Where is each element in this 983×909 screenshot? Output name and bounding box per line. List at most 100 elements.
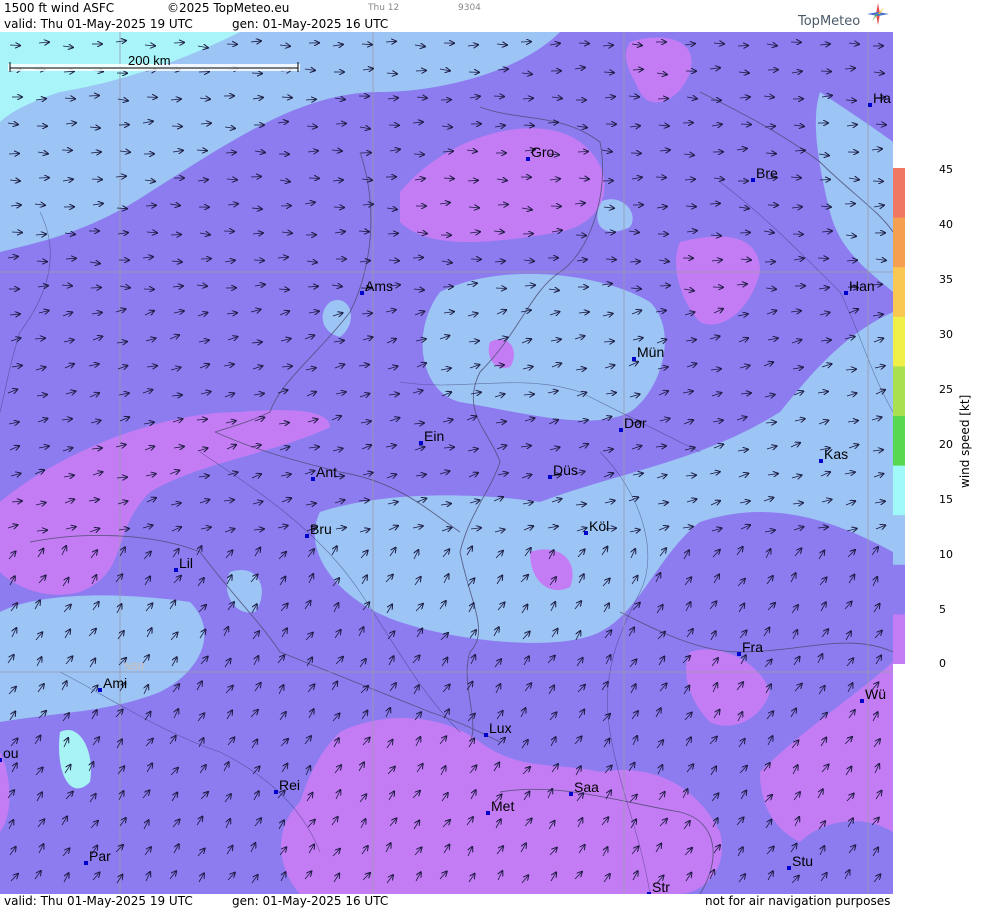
wind-arrow: [91, 179, 102, 180]
city-label: Lil: [179, 555, 193, 571]
gen-time: gen: 01-May-2025 16 UTC: [232, 17, 389, 31]
city-label: Han: [849, 278, 875, 294]
city-marker: Kas: [819, 446, 848, 463]
wind-arrow: [819, 179, 830, 180]
city-dot: [526, 157, 530, 161]
wind-arrow: [578, 43, 589, 44]
city-label: Kas: [824, 446, 848, 462]
legend-swatch: [893, 316, 905, 367]
city-dot: [98, 688, 102, 692]
city-dot: [787, 866, 791, 870]
legend-tick: 10: [939, 548, 953, 561]
footer-valid-time: valid: Thu 01-May-2025 19 UTC: [4, 894, 193, 908]
wind-arrow: [170, 234, 181, 235]
city-label: Str: [652, 879, 670, 894]
city-dot: [360, 291, 364, 295]
city-label: Par: [89, 848, 111, 864]
wind-arrow: [655, 177, 666, 178]
product-title: 1500 ft wind ASFC: [4, 1, 115, 15]
city-label: Fra: [742, 639, 763, 655]
city-label: Mün: [637, 344, 664, 360]
city-marker: Dor: [619, 415, 647, 432]
city-dot: [819, 459, 823, 463]
legend-swatch: [893, 416, 905, 467]
city-dot: [274, 790, 278, 794]
wind-arrow: [333, 207, 344, 208]
wind-arrow: [577, 151, 588, 152]
wind-arrow: [493, 96, 504, 97]
wind-arrow: [250, 176, 261, 177]
city-label: Rei: [279, 777, 300, 793]
city-dot: [844, 291, 848, 295]
legend-swatch: [893, 564, 905, 615]
city-label: Düs: [553, 462, 578, 478]
city-label: Ha: [873, 90, 891, 106]
city-dot: [486, 811, 490, 815]
wind-arrow: [415, 70, 426, 71]
footer-gen-time: gen: 01-May-2025 16 UTC: [232, 894, 389, 908]
city-label: Ami: [103, 675, 127, 691]
city-label: Met: [491, 798, 514, 814]
city-label: Ein: [424, 428, 444, 444]
city-dot: [860, 699, 864, 703]
day-label: Thu 12: [368, 3, 400, 13]
wind-arrow: [173, 42, 184, 43]
city-marker: Han: [844, 278, 875, 295]
city-label: Ams: [365, 278, 393, 294]
wind-arrow: [817, 258, 828, 259]
wind-arrow: [740, 124, 751, 125]
legend-tick: 40: [939, 218, 953, 231]
legend-tick: 20: [939, 438, 953, 451]
scale-bar-label: 200 km: [128, 53, 171, 68]
city-marker: Bru: [305, 521, 332, 538]
header-bar: 1500 ft wind ASFC ©2025 TopMeteo.eu Thu …: [0, 0, 893, 32]
city-label: Wü: [865, 686, 886, 702]
city-marker: Mün: [632, 344, 664, 361]
wind-arrow: [8, 153, 19, 154]
legend-swatch: [893, 366, 905, 417]
legend-tick: 5: [939, 603, 946, 616]
wind-map[interactable]: 200 km N50 Gro Bre Ha Ams Han Mün Dor Ein Ant Düs…: [0, 32, 893, 894]
city-label: Gro: [531, 144, 555, 160]
wind-arrow: [90, 287, 101, 288]
city-dot: [0, 758, 2, 762]
city-marker: Bre: [751, 165, 778, 182]
legend-tick: 25: [939, 383, 953, 396]
city-label: Bru: [310, 521, 332, 537]
wind-arrow: [253, 260, 264, 261]
city-dot: [751, 178, 755, 182]
legend-title: wind speed [kt]: [958, 394, 972, 488]
city-dot: [174, 568, 178, 572]
disclaimer: not for air navigation purposes: [705, 894, 891, 908]
city-dot: [632, 357, 636, 361]
city-dot: [619, 428, 623, 432]
run-code: 9304: [458, 3, 481, 13]
legend-swatch: [893, 267, 905, 318]
city-dot: [311, 477, 315, 481]
valid-time: valid: Thu 01-May-2025 19 UTC: [4, 17, 193, 31]
city-dot: [868, 103, 872, 107]
city-label: Dor: [624, 415, 647, 431]
city-marker: Gro: [526, 144, 555, 161]
wind-arrow: [820, 71, 831, 72]
city-marker: Saa: [569, 779, 599, 796]
legend-swatch: [893, 614, 905, 664]
city-dot: [569, 792, 573, 796]
city-dot: [548, 475, 552, 479]
legend-swatch: [893, 515, 905, 566]
city-label: Bre: [756, 165, 778, 181]
compass-logo-icon: [867, 3, 889, 25]
legend-tick: 35: [939, 273, 953, 286]
wind-arrow: [9, 45, 20, 46]
wind-arrow: [171, 126, 182, 127]
wind-arrow: [575, 235, 586, 236]
city-label: ou: [3, 745, 19, 761]
city-dot: [584, 531, 588, 535]
wind-arrow: [657, 98, 668, 99]
topmeteo-logo-text: TopMeteo: [798, 14, 861, 29]
wind-arrow: [88, 95, 99, 96]
wind-arrow: [11, 232, 22, 233]
city-label: Köl: [589, 518, 609, 534]
wind-arrow: [737, 45, 748, 46]
legend-tick: 30: [939, 328, 953, 341]
